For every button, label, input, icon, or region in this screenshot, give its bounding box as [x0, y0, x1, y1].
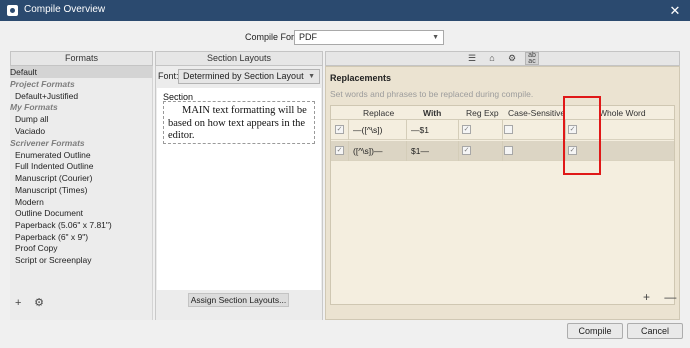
font-row: Font: Determined by Section Layout ▼	[158, 69, 322, 84]
enabled-checkbox[interactable]	[335, 125, 344, 134]
format-item[interactable]: Proof Copy	[10, 242, 153, 254]
format-item-default[interactable]: Default	[10, 66, 153, 78]
table-row[interactable]: —([^\s]) —$1	[331, 120, 674, 140]
chevron-down-icon: ▼	[308, 73, 315, 80]
close-button[interactable]: ✕	[660, 0, 690, 21]
compile-for-select[interactable]: PDF ▼	[294, 30, 444, 45]
compile-button[interactable]: Compile	[567, 323, 623, 339]
compile-for-row: Compile For: PDF ▼	[0, 30, 690, 45]
format-item[interactable]: Manuscript (Courier)	[10, 172, 153, 184]
table-row[interactable]: ([^\s])— $1—	[331, 141, 674, 161]
format-item[interactable]: Manuscript (Times)	[10, 184, 153, 196]
format-group-project: Project Formats	[10, 79, 75, 89]
format-item[interactable]: Script or Screenplay	[10, 254, 153, 266]
replacements-subtitle: Set words and phrases to be replaced dur…	[330, 89, 534, 99]
reg-exp-checkbox[interactable]	[462, 125, 471, 134]
remove-replacement-icon[interactable]: —	[664, 290, 682, 304]
case-sensitive-cell	[503, 141, 566, 161]
font-label: Font:	[158, 71, 179, 81]
tag-icon[interactable]: ⌂	[485, 52, 499, 65]
format-group-scrivener: Scrivener Formats	[10, 138, 85, 148]
enabled-cell	[331, 141, 349, 161]
col-whole-word: Whole Word	[599, 108, 646, 118]
case-sensitive-checkbox[interactable]	[504, 125, 513, 134]
app-icon	[7, 5, 18, 16]
replace-cell[interactable]: —([^\s])	[349, 120, 407, 140]
col-case-sensitive: Case-Sensitive	[508, 108, 566, 118]
reg-exp-cell	[459, 120, 503, 140]
font-value: Determined by Section Layout	[183, 71, 304, 81]
chevron-down-icon: ▼	[432, 34, 439, 41]
format-tabs-header	[325, 51, 680, 66]
cancel-button[interactable]: Cancel	[627, 323, 683, 339]
list-icon[interactable]: ☰	[465, 52, 479, 65]
compile-for-label: Compile For:	[245, 32, 297, 42]
format-group-my: My Formats	[10, 102, 58, 112]
reg-exp-checkbox[interactable]	[462, 146, 471, 155]
gear-icon[interactable]: ⚙	[34, 296, 50, 309]
format-item[interactable]: Paperback (5.06" x 7.81")	[10, 219, 153, 231]
add-replacement-icon[interactable]: +	[643, 290, 661, 304]
case-sensitive-checkbox[interactable]	[504, 146, 513, 155]
window-title: Compile Overview	[24, 4, 106, 15]
font-select[interactable]: Determined by Section Layout ▼	[178, 69, 320, 84]
format-item[interactable]: Outline Document	[10, 207, 153, 219]
format-item[interactable]: Full Indented Outline	[10, 160, 153, 172]
replacements-title: Replacements	[330, 73, 392, 83]
reg-exp-cell	[459, 141, 503, 161]
replace-cell[interactable]: ([^\s])—	[349, 141, 407, 161]
col-with: With	[423, 108, 442, 118]
add-format-icon[interactable]: +	[15, 297, 31, 309]
with-cell[interactable]: $1—	[407, 141, 459, 161]
col-replace: Replace	[363, 108, 395, 118]
format-item[interactable]: Dump all	[10, 113, 153, 125]
assign-section-layouts-button[interactable]: Assign Section Layouts...	[188, 293, 289, 307]
section-preview: Section MAIN text formatting will be bas…	[157, 88, 321, 290]
formats-toolbar: + ⚙	[15, 296, 50, 309]
gear-icon[interactable]: ⚙	[505, 52, 519, 65]
enabled-checkbox[interactable]	[335, 146, 344, 155]
replacements-table: Replace With Reg Exp Case-Sensitive Whol…	[330, 105, 675, 305]
col-reg-exp: Reg Exp	[466, 108, 499, 118]
format-item[interactable]: Vaciado	[10, 125, 153, 137]
formats-list: Default Project Formats Default+Justifie…	[10, 66, 153, 320]
enabled-cell	[331, 120, 349, 140]
case-sensitive-cell	[503, 120, 566, 140]
table-header: Replace With Reg Exp Case-Sensitive Whol…	[331, 106, 674, 120]
title-bar: Compile Overview ✕	[0, 0, 690, 21]
whole-word-highlight-annotation	[563, 96, 601, 175]
replacements-toolbar: + —	[643, 290, 682, 304]
replacements-icon[interactable]: ab ac	[525, 52, 539, 65]
formats-header: Formats	[10, 51, 153, 66]
with-cell[interactable]: —$1	[407, 120, 459, 140]
compile-for-value: PDF	[299, 32, 317, 42]
preview-text: MAIN text formatting will be based on ho…	[163, 101, 315, 144]
section-layouts-header: Section Layouts	[155, 51, 323, 66]
